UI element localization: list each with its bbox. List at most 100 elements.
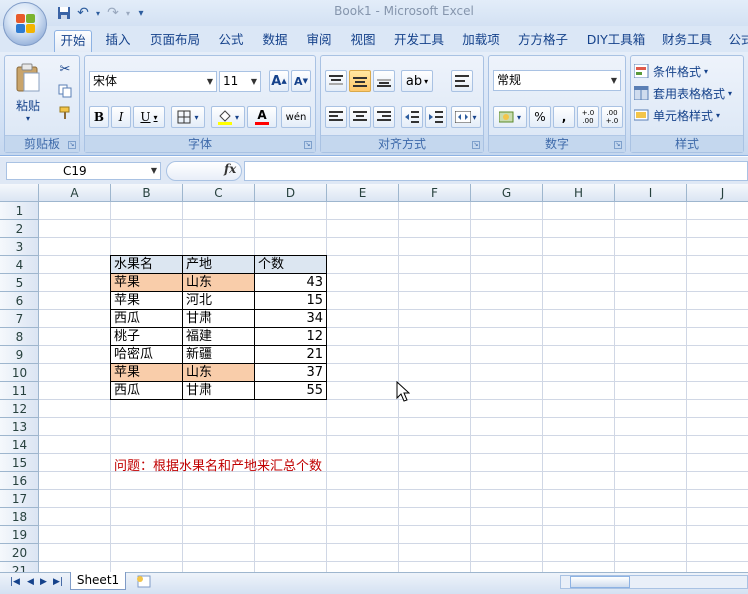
- origin-cell[interactable]: 新疆: [182, 345, 255, 364]
- tab-review[interactable]: 审阅: [300, 30, 338, 52]
- row-header-16[interactable]: 16: [0, 472, 39, 490]
- format-painter-icon[interactable]: [55, 104, 75, 122]
- format-as-table-button[interactable]: 套用表格格式 ▾: [633, 82, 741, 104]
- fruit-name-cell[interactable]: 苹果: [110, 363, 183, 382]
- align-middle-button[interactable]: [349, 70, 371, 92]
- font-launcher-icon[interactable]: ↘: [304, 141, 312, 149]
- column-header-b[interactable]: B: [111, 184, 183, 202]
- row-header-8[interactable]: 8: [0, 328, 39, 346]
- count-cell[interactable]: 15: [254, 291, 327, 310]
- tab-insert[interactable]: 插入: [100, 30, 136, 52]
- row-header-5[interactable]: 5: [0, 274, 39, 292]
- conditional-formatting-button[interactable]: 条件格式 ▾: [633, 60, 741, 82]
- increase-indent-button[interactable]: [425, 106, 447, 128]
- count-cell[interactable]: 43: [254, 273, 327, 292]
- sheet-tab-sheet1[interactable]: Sheet1: [70, 572, 126, 590]
- count-cell[interactable]: 55: [254, 381, 327, 400]
- row-header-21[interactable]: 21: [0, 562, 39, 572]
- table-header-cell[interactable]: 产地: [182, 255, 255, 274]
- row-header-3[interactable]: 3: [0, 238, 39, 256]
- row-header-20[interactable]: 20: [0, 544, 39, 562]
- grow-font-button[interactable]: A ▲: [269, 70, 289, 92]
- count-cell[interactable]: 34: [254, 309, 327, 328]
- origin-cell[interactable]: 甘肃: [182, 381, 255, 400]
- row-header-7[interactable]: 7: [0, 310, 39, 328]
- row-header-19[interactable]: 19: [0, 526, 39, 544]
- horizontal-scroll-thumb[interactable]: [570, 576, 630, 588]
- fill-color-button[interactable]: ▾: [211, 106, 245, 128]
- column-header-i[interactable]: I: [615, 184, 687, 202]
- cut-icon[interactable]: ✂: [55, 60, 75, 78]
- align-bottom-button[interactable]: [373, 70, 395, 92]
- column-header-f[interactable]: F: [399, 184, 471, 202]
- number-launcher-icon[interactable]: ↘: [614, 141, 622, 149]
- name-box[interactable]: C19 ▼: [6, 162, 161, 180]
- first-sheet-icon[interactable]: |◀: [10, 577, 20, 587]
- align-right-button[interactable]: [373, 106, 395, 128]
- row-header-10[interactable]: 10: [0, 364, 39, 382]
- origin-cell[interactable]: 河北: [182, 291, 255, 310]
- align-center-button[interactable]: [349, 106, 371, 128]
- table-header-cell[interactable]: 个数: [254, 255, 327, 274]
- fruit-name-cell[interactable]: 西瓜: [110, 309, 183, 328]
- row-header-17[interactable]: 17: [0, 490, 39, 508]
- shrink-font-button[interactable]: A ▼: [291, 70, 311, 92]
- insert-function-icon[interactable]: fx: [224, 162, 236, 176]
- formula-input[interactable]: [244, 161, 748, 181]
- fruit-name-cell[interactable]: 哈密瓜: [110, 345, 183, 364]
- tab-home[interactable]: 开始: [54, 30, 92, 52]
- count-cell[interactable]: 37: [254, 363, 327, 382]
- bold-button[interactable]: B: [89, 106, 109, 128]
- tab-page-layout[interactable]: 页面布局: [146, 30, 204, 52]
- count-cell[interactable]: 12: [254, 327, 327, 346]
- copy-icon[interactable]: [55, 82, 75, 100]
- column-header-d[interactable]: D: [255, 184, 327, 202]
- fruit-name-cell[interactable]: 桃子: [110, 327, 183, 346]
- tab-formula-2[interactable]: 公式: [726, 30, 748, 52]
- select-all-corner[interactable]: [0, 184, 39, 202]
- row-header-14[interactable]: 14: [0, 436, 39, 454]
- row-header-4[interactable]: 4: [0, 256, 39, 274]
- borders-button[interactable]: ▾: [171, 106, 205, 128]
- next-sheet-icon[interactable]: ▶: [40, 577, 47, 587]
- align-left-button[interactable]: [325, 106, 347, 128]
- fruit-name-cell[interactable]: 苹果: [110, 291, 183, 310]
- row-header-15[interactable]: 15: [0, 454, 39, 472]
- table-header-cell[interactable]: 水果名: [110, 255, 183, 274]
- origin-cell[interactable]: 福建: [182, 327, 255, 346]
- comma-style-button[interactable]: ,: [553, 106, 575, 128]
- tab-fangfang[interactable]: 方方格子: [514, 30, 572, 52]
- row-header-18[interactable]: 18: [0, 508, 39, 526]
- prev-sheet-icon[interactable]: ◀: [27, 577, 34, 587]
- tab-data[interactable]: 数据: [256, 30, 294, 52]
- row-header-1[interactable]: 1: [0, 202, 39, 220]
- increase-decimal-button[interactable]: +.0 .00: [577, 106, 599, 128]
- tab-addins[interactable]: 加载项: [458, 30, 504, 52]
- origin-cell[interactable]: 山东: [182, 273, 255, 292]
- insert-sheet-icon[interactable]: [134, 575, 156, 589]
- column-header-e[interactable]: E: [327, 184, 399, 202]
- clipboard-launcher-icon[interactable]: ↘: [68, 141, 76, 149]
- origin-cell[interactable]: 山东: [182, 363, 255, 382]
- last-sheet-icon[interactable]: ▶|: [53, 577, 63, 587]
- accounting-format-button[interactable]: ▾: [493, 106, 527, 128]
- row-header-2[interactable]: 2: [0, 220, 39, 238]
- fruit-name-cell[interactable]: 西瓜: [110, 381, 183, 400]
- font-color-button[interactable]: A: [247, 106, 277, 128]
- tab-diy-tools[interactable]: DIY工具箱: [582, 30, 650, 52]
- paste-button[interactable]: 粘贴 ▾: [9, 60, 47, 126]
- fruit-name-cell[interactable]: 苹果: [110, 273, 183, 292]
- font-size-select[interactable]: 11 ▼: [219, 71, 261, 92]
- column-header-c[interactable]: C: [183, 184, 255, 202]
- orientation-button[interactable]: ab ▾: [401, 70, 433, 92]
- wrap-text-button[interactable]: [451, 70, 473, 92]
- phonetic-button[interactable]: wén: [281, 106, 311, 128]
- row-header-9[interactable]: 9: [0, 346, 39, 364]
- tab-developer[interactable]: 开发工具: [390, 30, 448, 52]
- row-header-11[interactable]: 11: [0, 382, 39, 400]
- row-header-13[interactable]: 13: [0, 418, 39, 436]
- origin-cell[interactable]: 甘肃: [182, 309, 255, 328]
- font-name-select[interactable]: 宋体 ▼: [89, 71, 217, 92]
- column-header-h[interactable]: H: [543, 184, 615, 202]
- count-cell[interactable]: 21: [254, 345, 327, 364]
